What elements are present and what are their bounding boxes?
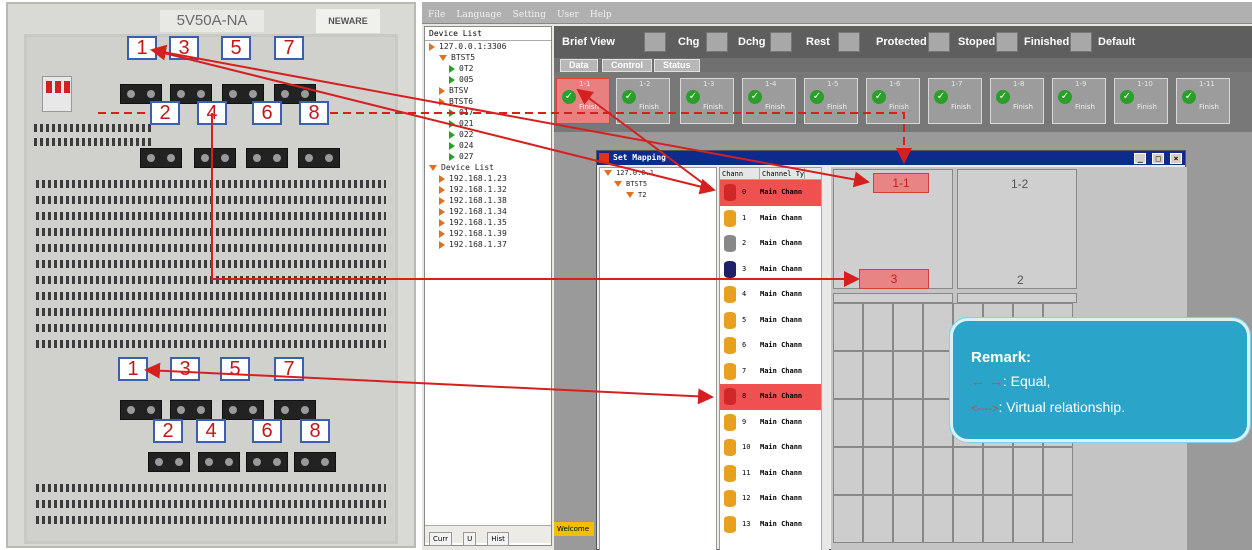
stage: 5V50A-NA NEWARE 1 3 5 7 2 4 6 8 1 3 5 7 … [0, 0, 1252, 550]
arrow-ch1-to-chan0 [151, 49, 716, 195]
arrow-ch1-to-1-1 [150, 44, 870, 188]
annotation-arrows [98, 44, 912, 405]
arrow-top-channel-link [576, 88, 713, 191]
arrow-bottom-ch1-to-chan8 [144, 362, 714, 405]
arrow-ch4-to-3 [211, 113, 860, 287]
